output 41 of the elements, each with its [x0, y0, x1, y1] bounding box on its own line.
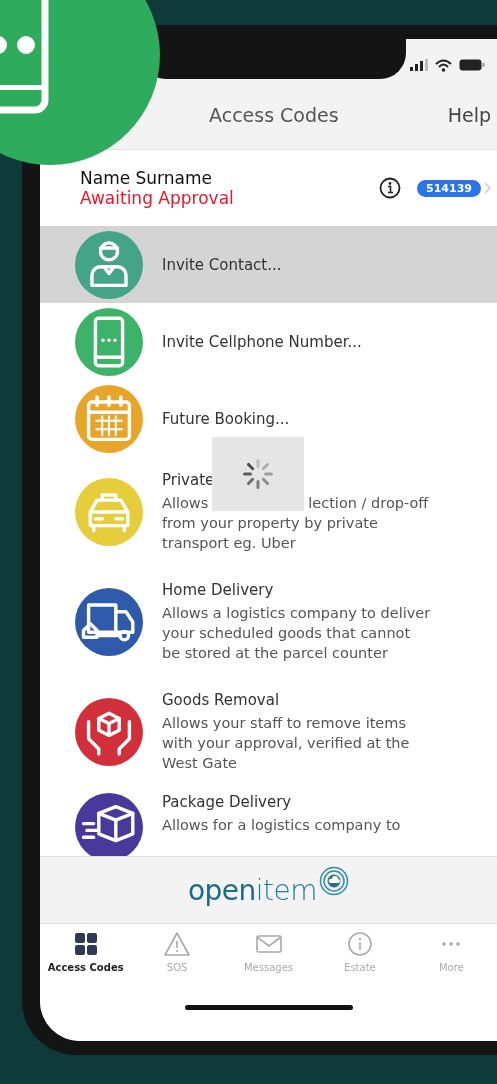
list-item[interactable]: Package Delivery Allows for a logistics company to	[40, 787, 497, 856]
screen-title: Access Codes	[208, 104, 340, 126]
list-item[interactable]: Home Delivery Allows a logistics company to deliver your scheduled goods that cannot be stored at the parcel counter	[40, 567, 497, 677]
brand-logo: openitem	[187, 873, 318, 907]
item-title: Package Delivery	[162, 793, 293, 811]
item-description: be stored at the parcel counter	[162, 644, 388, 663]
item-title: Private	[162, 471, 216, 489]
item-title: Invite Contact...	[162, 255, 282, 274]
chevron-icon	[484, 182, 491, 194]
item-description: lection / drop-off	[308, 494, 429, 513]
item-title: Home Delivery	[162, 581, 275, 599]
item-description: West Gate	[162, 754, 237, 773]
tab-item[interactable]: Access Codes	[40, 930, 132, 973]
info-icon[interactable]	[379, 177, 402, 199]
user-name: Name Surname	[80, 168, 214, 188]
battery-icon	[459, 59, 485, 71]
info-icon	[345, 930, 374, 958]
list-item[interactable]: Invite Contact...	[40, 226, 497, 303]
list-item[interactable]: Invite Cellphone Number...	[40, 303, 497, 380]
approval-status: Awaiting Approval	[80, 188, 235, 208]
help-link[interactable]: Help	[447, 104, 497, 126]
list-item[interactable]: Private Allows lection / drop-off from your property by private transport eg. Uber	[40, 457, 497, 567]
access-code-badge[interactable]: 514139	[417, 179, 481, 197]
list-item[interactable]: Goods Removal Allows your staff to remove items with your approval, verified at the West Gate	[40, 677, 497, 787]
item-description: with your approval, verified at the	[162, 734, 410, 753]
item-description: Allows for a logistics company to	[162, 816, 401, 835]
more-icon	[442, 942, 461, 946]
item-title: Invite Cellphone Number...	[162, 332, 362, 351]
cloud-ripple-icon	[319, 866, 350, 896]
item-description: from your property by private	[162, 514, 378, 533]
item-description: your scheduled goods that cannot	[162, 624, 411, 643]
item-description: Allows a logistics company to deliver	[162, 604, 431, 623]
item-description: Allows	[162, 494, 209, 513]
item-title: Goods Removal	[162, 691, 281, 709]
item-description: transport eg. Uber	[162, 534, 296, 553]
warning-icon	[163, 930, 192, 958]
item-description: Allows your staff to remove items	[162, 714, 406, 733]
signal-icon	[410, 59, 428, 71]
list-item[interactable]: Future Booking...	[40, 380, 497, 457]
item-title: Future Booking...	[162, 409, 290, 428]
wifi-icon	[435, 58, 452, 72]
